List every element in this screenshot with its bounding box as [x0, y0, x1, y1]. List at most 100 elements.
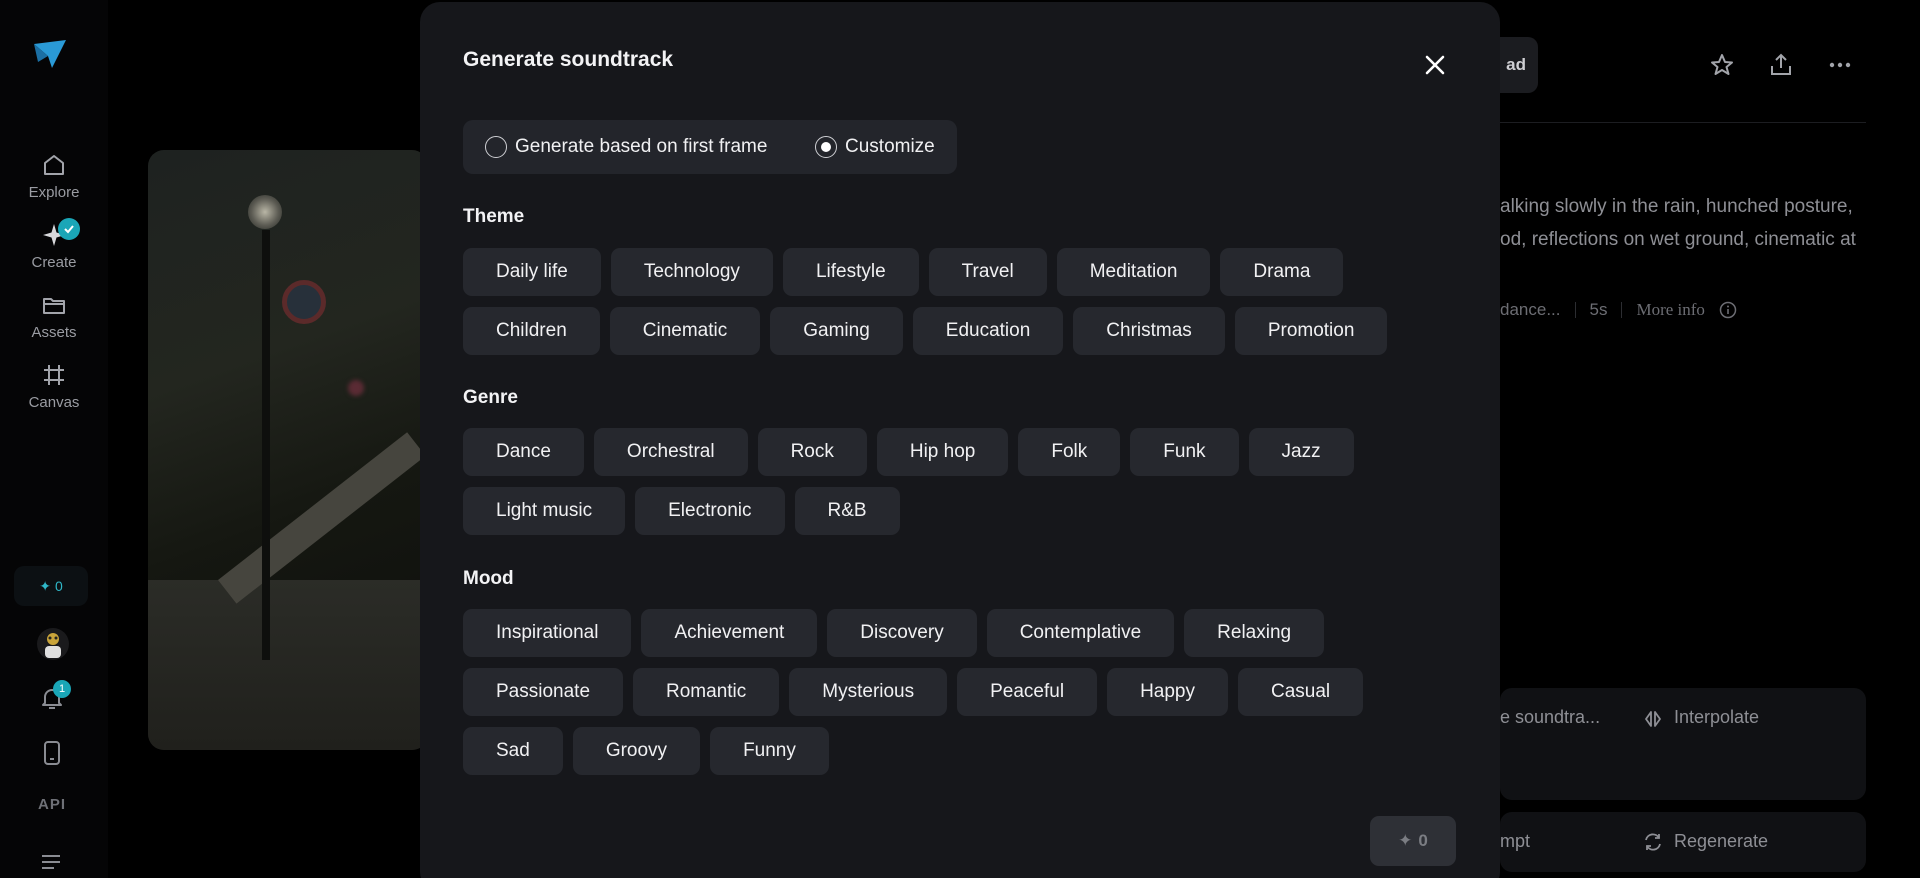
- chip-genre[interactable]: Funk: [1130, 428, 1239, 476]
- chip-genre[interactable]: Electronic: [635, 487, 785, 535]
- chip-genre[interactable]: Rock: [757, 428, 867, 476]
- soundtrack-action[interactable]: e soundtra...: [1500, 707, 1600, 728]
- chip-theme[interactable]: Daily life: [463, 248, 601, 296]
- chip-theme[interactable]: Technology: [610, 248, 773, 296]
- meta-divider: [1621, 302, 1623, 318]
- menu-icon[interactable]: [40, 852, 62, 872]
- chip-theme[interactable]: Drama: [1220, 248, 1344, 296]
- duration: 5s: [1589, 300, 1608, 319]
- chip-theme[interactable]: Travel: [928, 248, 1047, 296]
- genre-section-title: Genre: [463, 387, 518, 408]
- interpolate-icon: [1645, 711, 1661, 727]
- app-logo-icon[interactable]: [32, 36, 68, 72]
- folder-icon: [43, 298, 65, 314]
- chip-mood[interactable]: Discovery: [827, 609, 977, 657]
- credits-balance[interactable]: ✦ 0: [14, 566, 88, 606]
- sidebar-item-assets[interactable]: Assets: [0, 292, 108, 341]
- road-sign-shape: [282, 280, 326, 324]
- chip-theme[interactable]: Cinematic: [609, 307, 761, 355]
- chip-genre[interactable]: Orchestral: [593, 428, 748, 476]
- mood-row-3: Sad Groovy Funny: [463, 727, 829, 775]
- chip-mood[interactable]: Mysterious: [789, 668, 948, 716]
- canvas-grid-icon: [44, 365, 64, 385]
- street-lamp-shape: [248, 195, 282, 229]
- close-icon[interactable]: [1422, 52, 1448, 78]
- video-meta: dance... 5s More info: [1500, 300, 1737, 320]
- theme-section-title: Theme: [463, 206, 525, 227]
- chip-mood[interactable]: Passionate: [463, 668, 624, 716]
- radio-label: Generate based on first frame: [515, 136, 768, 157]
- chip-theme[interactable]: Meditation: [1056, 248, 1211, 296]
- chip-theme[interactable]: Gaming: [770, 307, 903, 355]
- chip-genre[interactable]: Light music: [463, 487, 626, 535]
- street-shape: [148, 580, 428, 750]
- genre-row-1: Dance Orchestral Rock Hip hop Folk Funk …: [463, 428, 1354, 476]
- mood-section-title: Mood: [463, 568, 514, 589]
- mobile-app-icon[interactable]: [40, 740, 64, 766]
- red-light-shape: [348, 380, 364, 396]
- credits-value: 0: [54, 578, 63, 594]
- api-link[interactable]: API: [0, 796, 104, 813]
- radio-first-frame[interactable]: Generate based on first frame: [485, 120, 767, 174]
- chip-mood[interactable]: Contemplative: [986, 609, 1175, 657]
- radio-label: Customize: [845, 136, 935, 157]
- modal-title: Generate soundtrack: [463, 48, 674, 71]
- mood-row-2: Passionate Romantic Mysterious Peaceful …: [463, 668, 1364, 716]
- notification-badge: 1: [53, 680, 71, 698]
- avatar[interactable]: [37, 628, 69, 660]
- prompt-line: od, reflections on wet ground, cinematic…: [1500, 229, 1856, 250]
- sidebar-item-label: Assets: [31, 324, 77, 341]
- theme-row-2: Children Cinematic Gaming Education Chri…: [463, 307, 1388, 355]
- chip-theme[interactable]: Lifestyle: [782, 248, 919, 296]
- curb-shape: [218, 432, 426, 604]
- sidebar-item-explore[interactable]: Explore: [0, 152, 108, 201]
- sidebar-item-create[interactable]: Create: [0, 222, 108, 271]
- chip-mood[interactable]: Peaceful: [957, 668, 1098, 716]
- sparkle-icon: ✦: [1398, 831, 1413, 850]
- chip-genre[interactable]: R&B: [794, 487, 900, 535]
- mode-selector: Generate based on first frame Customize: [463, 120, 957, 174]
- generate-button[interactable]: ✦ 0: [1370, 816, 1456, 866]
- sparkle-icon: ✦: [39, 577, 51, 594]
- chip-genre[interactable]: Dance: [463, 428, 584, 476]
- home-icon: [44, 155, 64, 175]
- chip-genre[interactable]: Jazz: [1248, 428, 1354, 476]
- radio-unchecked-icon: [485, 136, 507, 158]
- theme-row-1: Daily life Technology Lifestyle Travel M…: [463, 248, 1344, 296]
- model-name: dance...: [1500, 300, 1561, 319]
- radio-customize[interactable]: Customize: [815, 120, 935, 174]
- chip-mood[interactable]: Achievement: [641, 609, 818, 657]
- more-info-link[interactable]: More info: [1636, 300, 1704, 320]
- prompt-text: alking slowly in the rain, hunched postu…: [1500, 190, 1880, 256]
- more-options-icon[interactable]: [1827, 52, 1853, 78]
- chip-genre[interactable]: Folk: [1018, 428, 1121, 476]
- create-check-badge: [58, 218, 80, 240]
- chip-theme[interactable]: Education: [912, 307, 1064, 355]
- chip-theme[interactable]: Christmas: [1073, 307, 1225, 355]
- regenerate-action[interactable]: Regenerate: [1674, 831, 1768, 852]
- radio-checked-icon: [815, 136, 837, 158]
- chip-theme[interactable]: Promotion: [1234, 307, 1388, 355]
- scroll-fade: [420, 774, 1500, 814]
- generate-cost: 0: [1418, 831, 1428, 850]
- chip-mood[interactable]: Romantic: [633, 668, 780, 716]
- check-icon: [64, 225, 74, 234]
- share-icon[interactable]: [1768, 52, 1794, 78]
- chip-genre[interactable]: Hip hop: [876, 428, 1009, 476]
- chip-mood[interactable]: Funny: [710, 727, 829, 775]
- chip-theme[interactable]: Children: [463, 307, 600, 355]
- chip-mood[interactable]: Happy: [1107, 668, 1228, 716]
- left-sidebar: Explore Create Assets Canvas ✦ 0 1 API: [0, 0, 108, 878]
- genre-row-2: Light music Electronic R&B: [463, 487, 900, 535]
- generate-soundtrack-modal: Generate soundtrack Generate based on fi…: [420, 2, 1500, 878]
- chip-mood[interactable]: Inspirational: [463, 609, 632, 657]
- interpolate-action[interactable]: Interpolate: [1674, 707, 1759, 728]
- chip-mood[interactable]: Casual: [1238, 668, 1364, 716]
- chip-mood[interactable]: Sad: [463, 727, 563, 775]
- chip-mood[interactable]: Relaxing: [1184, 609, 1325, 657]
- info-icon[interactable]: [1719, 301, 1737, 319]
- sidebar-item-canvas[interactable]: Canvas: [0, 362, 108, 411]
- chip-mood[interactable]: Groovy: [572, 727, 701, 775]
- prompt-action[interactable]: mpt: [1500, 831, 1530, 852]
- star-icon[interactable]: [1709, 52, 1735, 78]
